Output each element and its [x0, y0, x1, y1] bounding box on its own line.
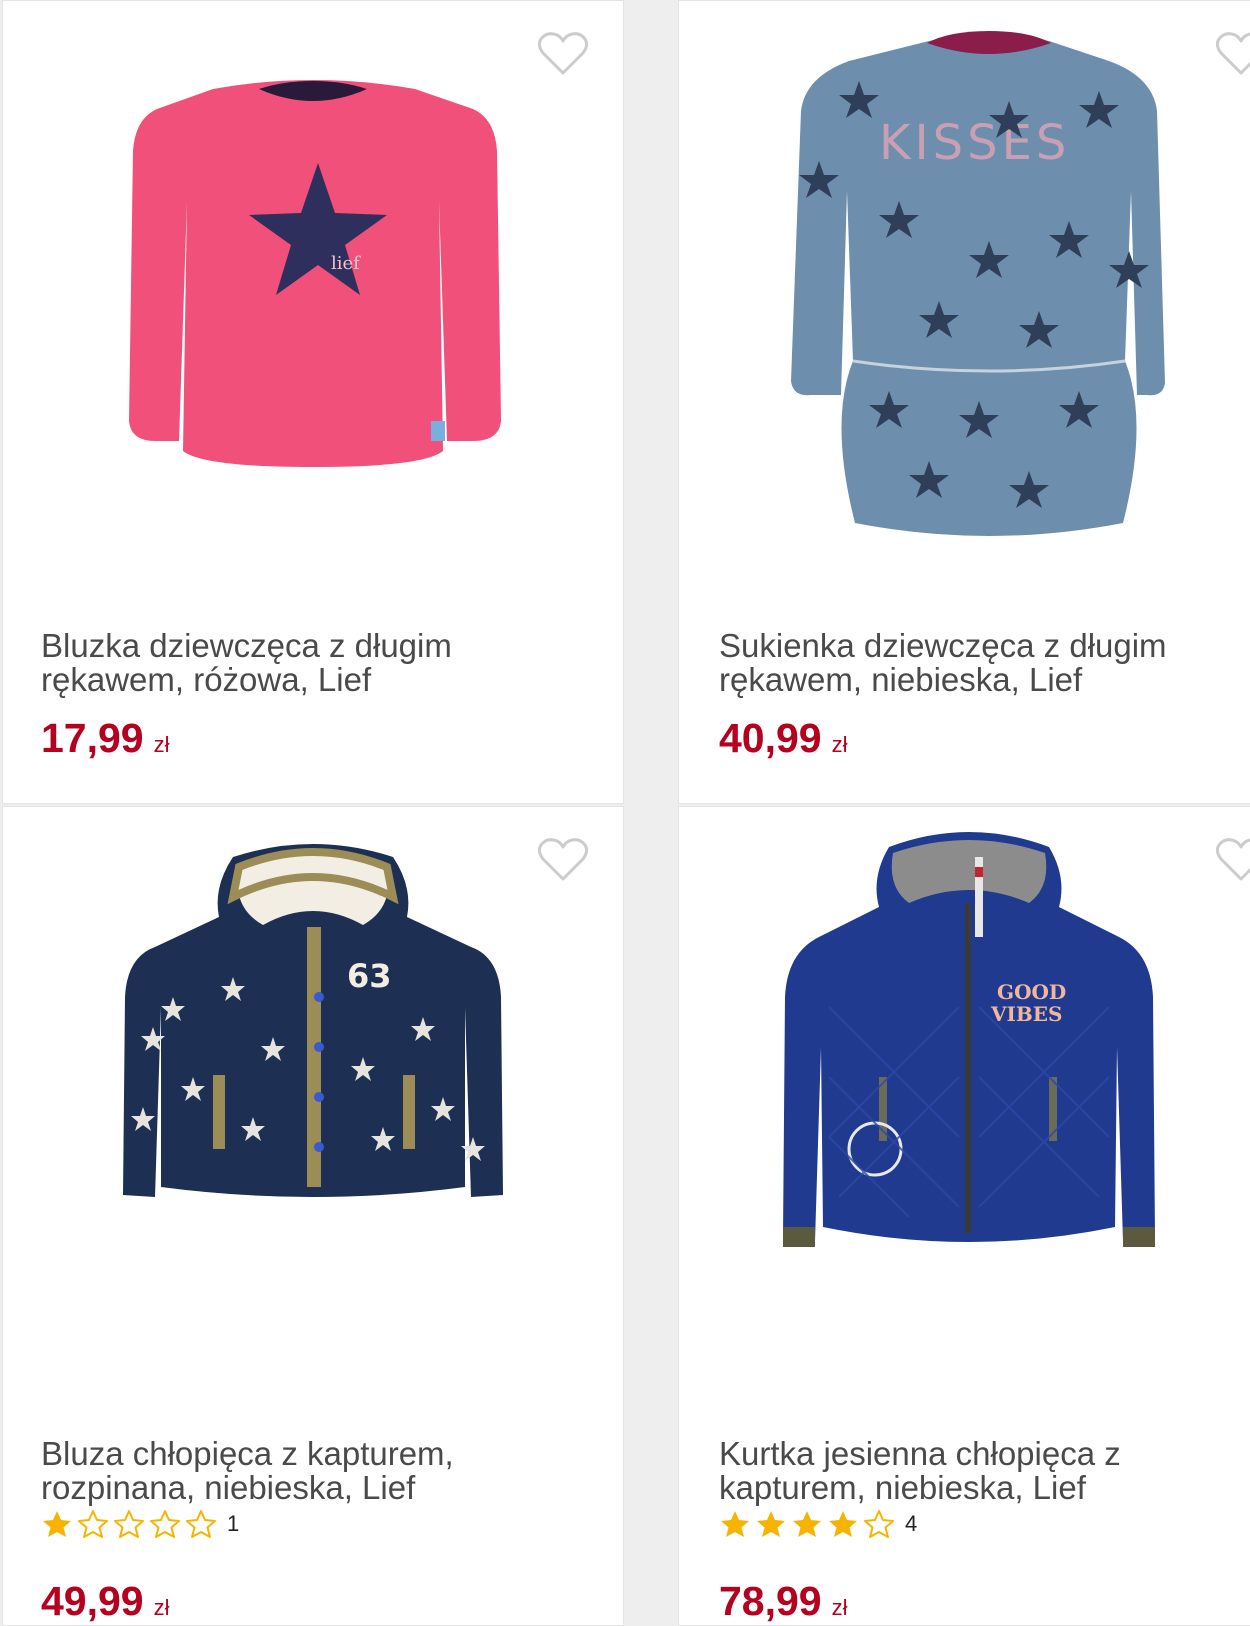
star-filled-icon — [755, 1509, 787, 1539]
price-value: 78,99 — [719, 1578, 822, 1624]
product-card[interactable]: lief Bluzka dziewczęca z długim rękawem,… — [2, 0, 624, 804]
product-image[interactable]: KISSES — [679, 1, 1250, 601]
product-title[interactable]: Kurtka jesienna chłopięca z kapturem, ni… — [719, 1437, 1250, 1505]
star-filled-icon — [719, 1509, 751, 1539]
svg-text:VIBES: VIBES — [990, 1002, 1062, 1026]
pink-longsleeve-shirt-icon: lief — [129, 80, 501, 467]
product-price: 49,99 zł — [41, 1578, 170, 1625]
favorite-heart-icon[interactable] — [537, 31, 589, 77]
product-title[interactable]: Bluzka dziewczęca z długim rękawem, różo… — [41, 629, 561, 697]
svg-text:63: 63 — [347, 957, 392, 995]
star-empty-icon — [185, 1509, 217, 1539]
product-title[interactable]: Sukienka dziewczęca z długim rękawem, ni… — [719, 629, 1250, 697]
product-price: 78,99 zł — [719, 1578, 848, 1625]
navy-star-hoodie-icon: 63 — [123, 844, 503, 1197]
product-image[interactable]: GOOD VIBES — [679, 807, 1250, 1407]
star-empty-icon — [113, 1509, 145, 1539]
blue-star-dress-icon: KISSES — [791, 31, 1165, 536]
star-filled-icon — [827, 1509, 859, 1539]
blue-quilted-jacket-icon: GOOD VIBES — [783, 832, 1155, 1247]
price-currency: zł — [831, 732, 848, 757]
price-value: 40,99 — [719, 715, 822, 761]
product-image[interactable]: lief — [3, 1, 623, 601]
product-card[interactable]: KISSES Sukienka dziewczęca z długim ręka… — [678, 0, 1250, 804]
star-empty-icon — [77, 1509, 109, 1539]
product-card[interactable]: 63 Bluza chłopięca z kapturem, rozpinana… — [2, 806, 624, 1626]
star-filled-icon — [41, 1509, 73, 1539]
rating-stars: 4 — [719, 1507, 917, 1541]
favorite-heart-icon[interactable] — [1215, 31, 1250, 77]
svg-text:lief: lief — [331, 253, 361, 274]
product-price: 17,99 zł — [41, 715, 170, 768]
price-currency: zł — [153, 1595, 170, 1620]
star-empty-icon — [863, 1509, 895, 1539]
price-currency: zł — [831, 1595, 848, 1620]
product-card[interactable]: GOOD VIBES Kurtka jesienna chłopięca z k… — [678, 806, 1250, 1626]
product-price: 40,99 zł — [719, 715, 848, 768]
favorite-heart-icon[interactable] — [537, 837, 589, 883]
rating-count: 4 — [905, 1511, 918, 1536]
product-title[interactable]: Bluza chłopięca z kapturem, rozpinana, n… — [41, 1437, 561, 1505]
rating-count: 1 — [227, 1511, 240, 1536]
price-value: 17,99 — [41, 715, 144, 761]
price-value: 49,99 — [41, 1578, 144, 1624]
star-empty-icon — [149, 1509, 181, 1539]
product-image[interactable]: 63 — [3, 807, 623, 1407]
star-filled-icon — [791, 1509, 823, 1539]
svg-text:GOOD: GOOD — [997, 980, 1066, 1004]
price-currency: zł — [153, 732, 170, 757]
favorite-heart-icon[interactable] — [1215, 837, 1250, 883]
product-grid: lief Bluzka dziewczęca z długim rękawem,… — [0, 0, 1250, 1626]
rating-stars: 1 — [41, 1507, 239, 1541]
svg-text:KISSES: KISSES — [879, 115, 1070, 171]
